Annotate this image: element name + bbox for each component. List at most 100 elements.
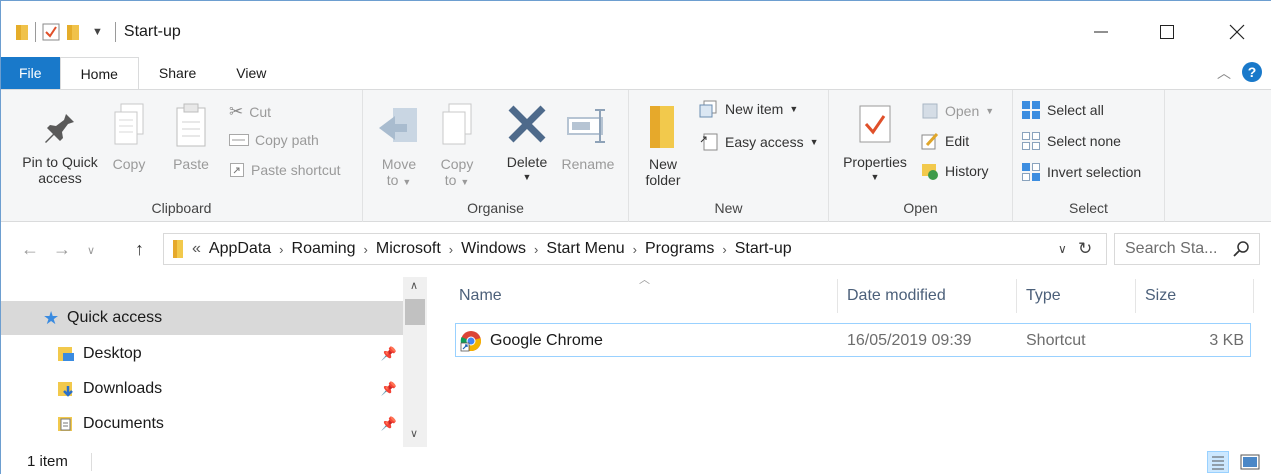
properties-check-icon[interactable] <box>42 23 60 41</box>
pinned-icon[interactable]: 📌 <box>381 381 397 397</box>
refresh-icon[interactable]: ↻ <box>1078 239 1092 259</box>
paste-shortcut-icon <box>230 163 244 177</box>
scissors-icon: ✂ <box>229 102 244 121</box>
pin-icon <box>45 114 74 143</box>
up-arrow-icon[interactable]: ↑ <box>135 239 144 260</box>
delete-dropdown-icon[interactable]: ▼ <box>499 172 555 182</box>
maximize-button[interactable] <box>1137 9 1197 55</box>
easy-access-button[interactable]: Easy access ▼ <box>699 132 819 152</box>
file-row[interactable]: Google Chrome 16/05/2019 09:39 Shortcut … <box>455 323 1251 357</box>
breadcrumb-overflow[interactable]: « <box>192 240 201 258</box>
edit-icon <box>921 132 939 150</box>
nav-item-downloads[interactable]: Downloads 📌 <box>1 372 403 406</box>
pinned-icon[interactable]: 📌 <box>381 416 397 432</box>
breadcrumb-programs[interactable]: Programs <box>645 240 714 258</box>
breadcrumb-microsoft[interactable]: Microsoft <box>376 240 441 258</box>
scroll-up-icon[interactable]: ∧ <box>410 279 418 292</box>
new-folder-button[interactable]: New folder <box>639 102 687 188</box>
tab-file[interactable]: File <box>1 57 60 89</box>
select-none-button[interactable]: Select none <box>1021 131 1121 151</box>
properties-dropdown-icon[interactable]: ▼ <box>837 172 913 182</box>
file-name: Google Chrome <box>490 332 603 349</box>
rename-button[interactable]: Rename <box>559 102 617 172</box>
paste-shortcut-button[interactable]: Paste shortcut <box>229 162 341 178</box>
copy-button[interactable]: Copy <box>105 102 153 172</box>
quick-access-toolbar: ▼ <box>15 22 116 42</box>
copy-to-dropdown-icon: ▼ <box>460 177 470 187</box>
column-header-size[interactable]: Size <box>1145 281 1176 311</box>
select-all-button[interactable]: Select all <box>1021 100 1104 120</box>
address-history-dropdown-icon[interactable]: ∨ <box>1058 242 1067 256</box>
scrollbar-thumb[interactable] <box>405 299 425 325</box>
breadcrumb-appdata[interactable]: AppData <box>209 240 271 258</box>
details-view-icon[interactable] <box>1207 451 1229 473</box>
sort-ascending-icon: ︿ <box>639 274 650 286</box>
address-bar[interactable]: « AppData › Roaming › Microsoft › Windows › … <box>163 233 1107 265</box>
delete-button[interactable]: Delete ▼ <box>499 104 555 182</box>
search-box[interactable]: Search Sta... <box>1114 233 1260 265</box>
maximize-icon <box>1160 25 1174 39</box>
copy-to-button[interactable]: Copy to ▼ <box>433 102 481 188</box>
invert-selection-icon <box>1022 163 1040 181</box>
column-header-type[interactable]: Type <box>1026 281 1061 311</box>
breadcrumb-roaming[interactable]: Roaming <box>292 240 356 258</box>
easy-access-dropdown-icon: ▼ <box>809 137 819 147</box>
paste-button[interactable]: Paste <box>165 102 217 172</box>
svg-text:?: ? <box>1248 64 1257 80</box>
help-icon[interactable]: ? <box>1241 61 1263 83</box>
column-header-name[interactable]: Name <box>459 281 502 311</box>
chevron-right-icon[interactable]: › <box>449 242 453 257</box>
group-new: New folder New item ▼ Easy access ▼ New <box>629 90 829 222</box>
chevron-right-icon[interactable]: › <box>633 242 637 257</box>
nav-pane-scrollbar[interactable]: ∧ ∨ <box>403 277 427 447</box>
breadcrumb-start-menu[interactable]: Start Menu <box>546 240 624 258</box>
breadcrumb-start-up[interactable]: Start-up <box>735 240 792 258</box>
nav-item-quick-access[interactable]: ★ Quick access <box>1 301 403 335</box>
minimize-button[interactable] <box>1071 9 1131 55</box>
chevron-right-icon[interactable]: › <box>364 242 368 257</box>
copy-path-button[interactable]: Copy path <box>229 132 319 148</box>
breadcrumb-windows[interactable]: Windows <box>461 240 526 258</box>
search-icon[interactable] <box>1233 241 1249 257</box>
back-arrow-icon[interactable]: ← <box>21 239 39 260</box>
tab-share[interactable]: Share <box>139 57 216 89</box>
scroll-down-icon[interactable]: ∨ <box>410 427 418 440</box>
chevron-right-icon[interactable]: › <box>534 242 538 257</box>
pin-to-quick-access-button[interactable]: Pin to Quick access <box>15 108 105 186</box>
pinned-icon[interactable]: 📌 <box>381 346 397 362</box>
folder-icon <box>173 240 183 258</box>
open-dropdown-icon: ▼ <box>985 106 995 116</box>
chevron-right-icon[interactable]: › <box>722 242 726 257</box>
nav-item-documents[interactable]: Documents 📌 <box>1 407 403 441</box>
large-icons-view-icon[interactable] <box>1239 451 1261 473</box>
new-item-button[interactable]: New item ▼ <box>699 100 798 118</box>
move-to-icon <box>379 108 417 142</box>
invert-selection-button[interactable]: Invert selection <box>1021 162 1141 182</box>
file-type: Shortcut <box>1026 332 1086 349</box>
collapse-ribbon-icon[interactable]: ︿ <box>1217 63 1231 83</box>
copy-to-icon <box>442 103 472 145</box>
edit-button[interactable]: Edit <box>921 132 969 150</box>
paste-icon <box>176 103 206 147</box>
open-button[interactable]: Open ▼ <box>921 102 994 120</box>
open-group-label: Open <box>903 200 938 216</box>
chevron-right-icon[interactable]: › <box>279 242 283 257</box>
column-header-date[interactable]: Date modified <box>847 281 946 311</box>
move-to-button[interactable]: Move to ▼ <box>375 102 423 188</box>
close-button[interactable] <box>1207 9 1267 55</box>
nav-item-desktop[interactable]: Desktop 📌 <box>1 337 403 371</box>
properties-icon <box>859 105 891 143</box>
forward-arrow-icon[interactable]: → <box>53 239 71 260</box>
window-title: Start-up <box>123 23 181 40</box>
cut-button[interactable]: ✂ Cut <box>229 102 271 122</box>
new-folder-icon[interactable] <box>66 23 80 41</box>
delete-x-icon <box>508 105 546 143</box>
properties-button[interactable]: Properties ▼ <box>837 102 913 182</box>
customize-dropdown-icon[interactable]: ▼ <box>92 26 103 38</box>
tab-home[interactable]: Home <box>59 57 139 90</box>
recent-locations-icon[interactable]: ∨ <box>87 244 95 257</box>
group-select: Select all Select none Invert selection … <box>1013 90 1165 222</box>
new-item-dropdown-icon: ▼ <box>789 104 799 114</box>
history-button[interactable]: History <box>921 162 989 180</box>
tab-view[interactable]: View <box>216 57 286 89</box>
